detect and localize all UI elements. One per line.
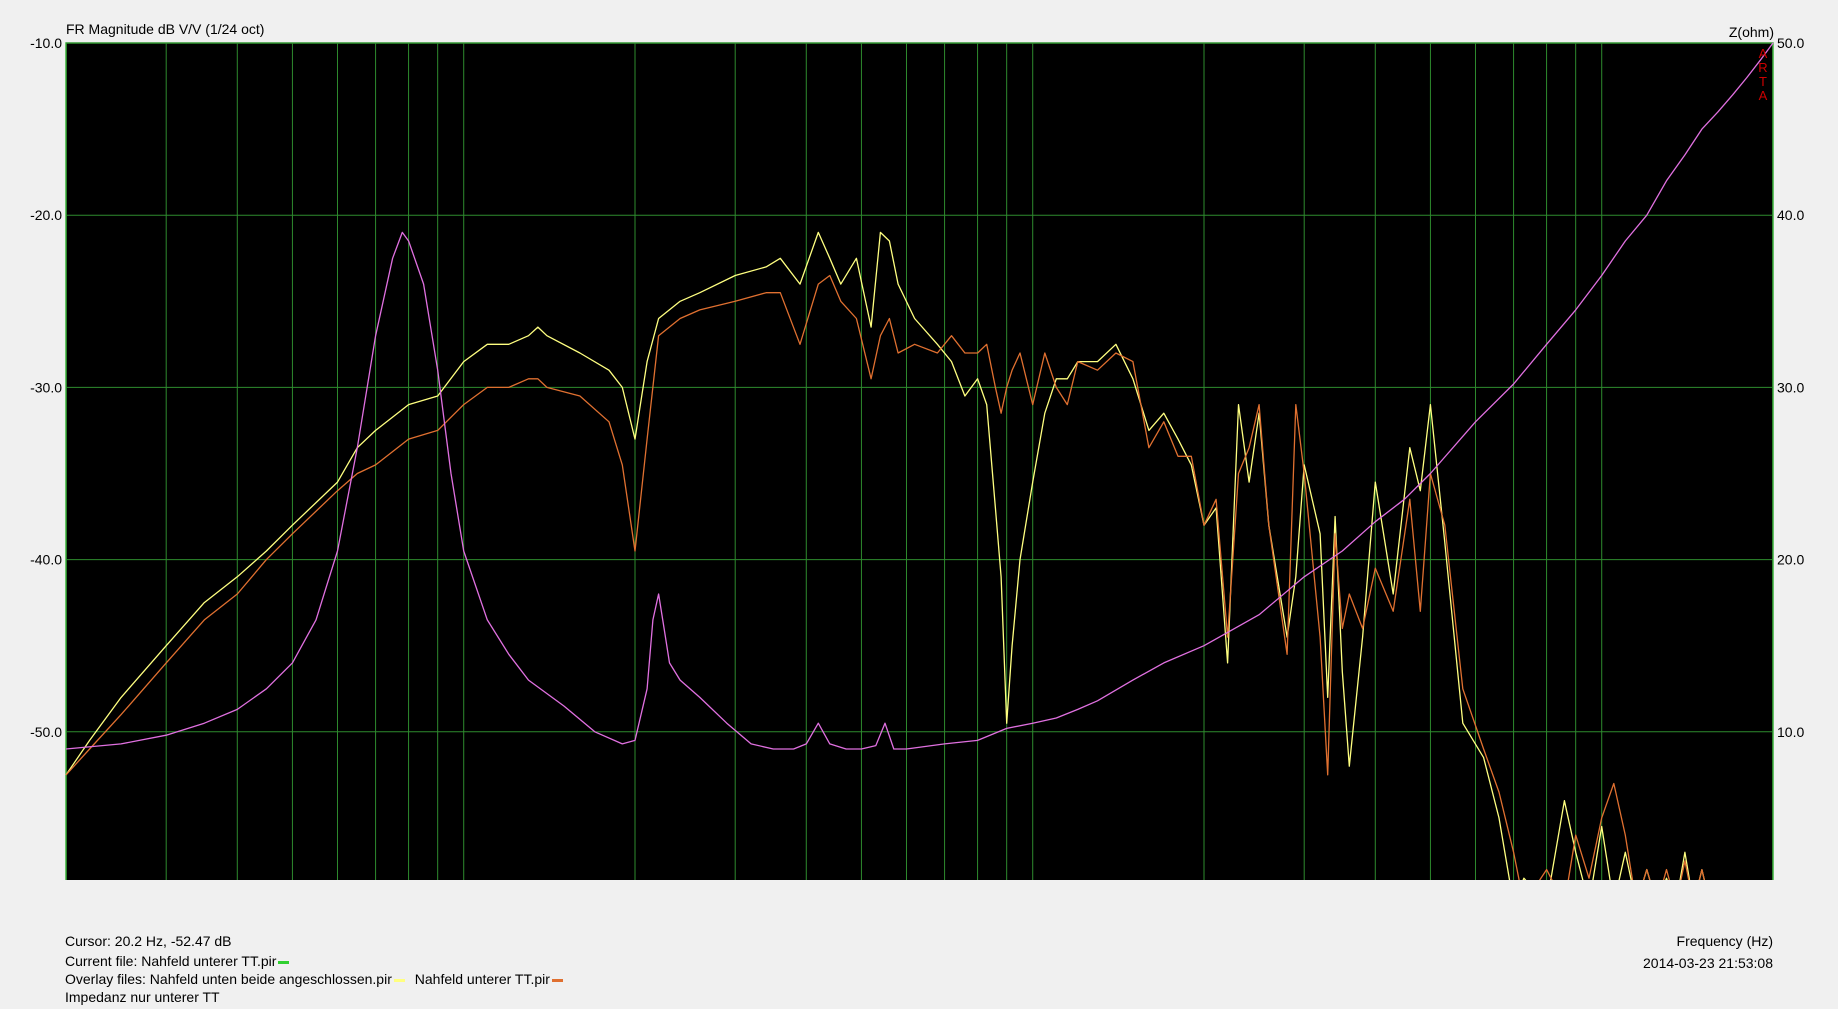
arta-window: FR Magnitude dB V/V (1/24 oct) Z(ohm) -1… xyxy=(0,0,1838,1009)
y2-tick-label: 40.0 xyxy=(1777,207,1804,223)
y-tick-label: -50.0 xyxy=(30,724,62,740)
y2-tick-label: 20.0 xyxy=(1777,552,1804,568)
y2-tick-label: 50.0 xyxy=(1777,35,1804,51)
arta-watermark: ARTA xyxy=(1758,46,1767,103)
current-file-color-marker xyxy=(278,960,290,964)
current-file-label: Current file: Nahfeld unterer TT.pir xyxy=(65,953,277,969)
x-axis-title: Frequency (Hz) xyxy=(1676,933,1773,949)
y-tick-label: -30.0 xyxy=(30,379,62,395)
overlay-files-row: Overlay files: Nahfeld unten beide anges… xyxy=(65,971,563,988)
right-axis-title: Z(ohm) xyxy=(1729,24,1774,40)
watermark-letter: A xyxy=(1759,88,1768,103)
overlay-file-2-label: Nahfeld unterer TT.pir xyxy=(414,971,550,987)
y-tick-label: -40.0 xyxy=(30,552,62,568)
y-tick-label: -10.0 xyxy=(30,35,62,51)
timestamp: 2014-03-23 21:53:08 xyxy=(1643,955,1773,971)
plot-area[interactable] xyxy=(65,42,1774,880)
overlay-file-2-color-marker xyxy=(551,978,563,982)
y-tick-label: -20.0 xyxy=(30,207,62,223)
y2-tick-label: 10.0 xyxy=(1777,724,1804,740)
frequency-response-chart: FR Magnitude dB V/V (1/24 oct) Z(ohm) -1… xyxy=(30,21,1804,880)
watermark-letter: R xyxy=(1758,60,1767,75)
current-file-row: Current file: Nahfeld unterer TT.pir xyxy=(65,953,290,970)
cursor-readout: Cursor: 20.2 Hz, -52.47 dB xyxy=(65,933,232,949)
chart-title: FR Magnitude dB V/V (1/24 oct) xyxy=(66,21,264,37)
y-axis-labels: -10.0-20.0-30.0-40.0-50.0-60.0 xyxy=(30,35,62,740)
watermark-letter: A xyxy=(1759,46,1768,61)
y2-axis-labels: 50.040.030.020.010.00.0 xyxy=(1777,35,1804,740)
watermark-letter: T xyxy=(1759,74,1767,89)
y2-tick-label: 30.0 xyxy=(1777,379,1804,395)
overlay-file-1-label: Overlay files: Nahfeld unten beide anges… xyxy=(65,971,392,987)
impedance-file-label: Impedanz nur unterer TT xyxy=(65,989,220,1005)
overlay-file-1-color-marker xyxy=(393,978,405,982)
